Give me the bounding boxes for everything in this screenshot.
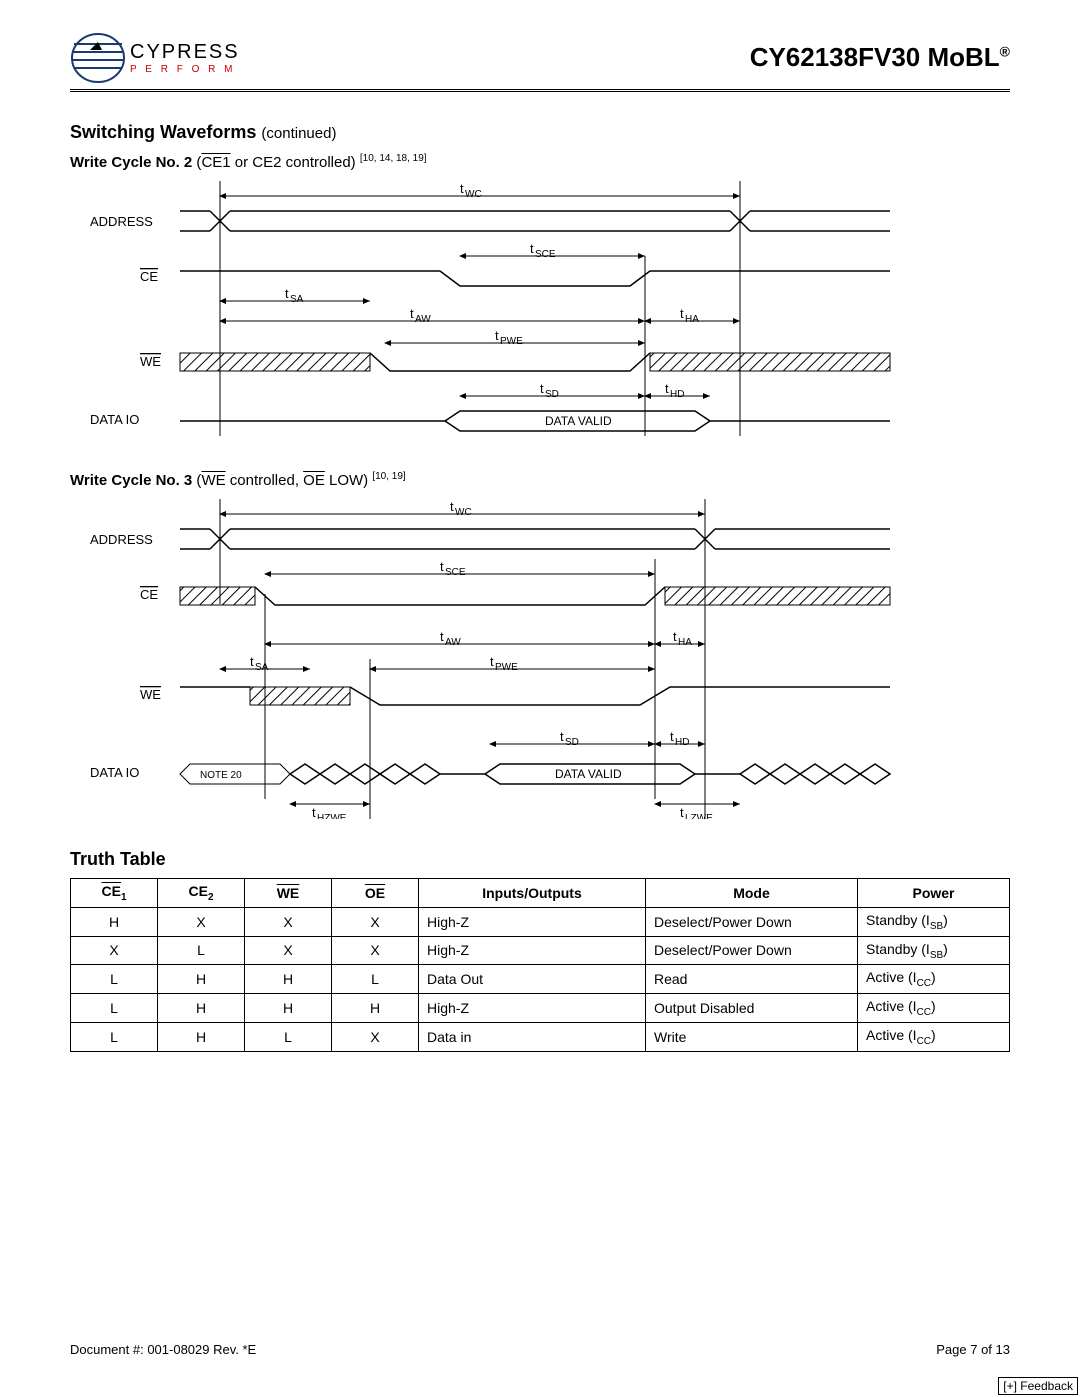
svg-text:SD: SD [565, 737, 579, 748]
note20-label: NOTE 20 [200, 770, 242, 781]
part-number: CY62138FV30 MoBL® [750, 42, 1010, 73]
svg-text:t: t [312, 805, 316, 819]
svg-text:t: t [560, 729, 564, 744]
section-title: Switching Waveforms (continued) [70, 122, 1010, 143]
dataio-label: DATA IO [90, 412, 139, 427]
svg-text:t: t [670, 729, 674, 744]
ce-label-2: CE [140, 587, 158, 602]
ce-label: CE [140, 269, 158, 284]
svg-text:HA: HA [678, 637, 692, 648]
svg-text:PWE: PWE [500, 336, 523, 347]
svg-text:SCE: SCE [535, 249, 556, 260]
cypress-globe-icon [70, 30, 130, 85]
table-row: LHHHHigh-ZOutput DisabledActive (ICC) [71, 994, 1010, 1023]
tsce-label: t [530, 241, 534, 256]
tsa-label: t [285, 286, 289, 301]
table-row: XLXXHigh-ZDeselect/Power DownStandby (IS… [71, 936, 1010, 965]
svg-text:SCE: SCE [445, 567, 466, 578]
svg-text:t: t [680, 805, 684, 819]
thd-label: t [665, 381, 669, 396]
svg-text:AW: AW [415, 314, 431, 325]
tpwe-label: t [495, 328, 499, 343]
svg-text:t: t [440, 559, 444, 574]
svg-text:SA: SA [290, 294, 304, 305]
svg-text:WC: WC [455, 507, 472, 518]
write-cycle-2-diagram: tWC ADDRESS tSCE CE tSA tAW [90, 181, 1010, 441]
svg-text:HD: HD [675, 737, 689, 748]
table-row: LHLXData inWriteActive (ICC) [71, 1022, 1010, 1051]
data-valid-label: DATA VALID [545, 414, 612, 428]
svg-text:HA: HA [685, 314, 699, 325]
address-label: ADDRESS [90, 214, 153, 229]
svg-text:HZWE: HZWE [317, 813, 347, 819]
svg-text:SA: SA [255, 662, 269, 673]
write-cycle-2-title: Write Cycle No. 2 (CE1 or CE2 controlled… [70, 153, 1010, 171]
svg-text:AW: AW [445, 637, 461, 648]
svg-text:t: t [450, 499, 454, 514]
cypress-logo: CYPRESS P E R F O R M [70, 30, 240, 85]
page-number: Page 7 of 13 [936, 1342, 1010, 1357]
svg-text:t: t [250, 654, 254, 669]
page-header: CYPRESS P E R F O R M CY62138FV30 MoBL® [70, 30, 1010, 92]
table-row: LHHLData OutReadActive (ICC) [71, 965, 1010, 994]
feedback-button[interactable]: [+] Feedback [998, 1377, 1078, 1395]
document-number: Document #: 001-08029 Rev. *E [70, 1342, 256, 1357]
taw-label: t [410, 306, 414, 321]
truth-table: CE1 CE2 WE OE Inputs/Outputs Mode Power … [70, 878, 1010, 1052]
address-label-2: ADDRESS [90, 532, 153, 547]
data-valid-label-2: DATA VALID [555, 767, 622, 781]
page-footer: Document #: 001-08029 Rev. *E Page 7 of … [70, 1342, 1010, 1357]
twc-label: t [460, 181, 464, 196]
brand-text: CYPRESS [130, 41, 240, 63]
table-row: HXXXHigh-ZDeselect/Power DownStandby (IS… [71, 907, 1010, 936]
dataio-label-2: DATA IO [90, 765, 139, 780]
brand-tagline: P E R F O R M [130, 64, 240, 75]
we-label-2: WE [140, 687, 161, 702]
write-cycle-3-diagram: tWC ADDRESS tSCE CE tAW [90, 499, 1010, 819]
write-cycle-3-title: Write Cycle No. 3 (WE controlled, OE LOW… [70, 471, 1010, 489]
truth-table-title: Truth Table [70, 849, 1010, 870]
tsd-label: t [540, 381, 544, 396]
svg-text:WC: WC [465, 189, 482, 200]
we-label: WE [140, 354, 161, 369]
svg-text:t: t [490, 654, 494, 669]
svg-text:t: t [440, 629, 444, 644]
svg-text:t: t [673, 629, 677, 644]
svg-text:LZWE: LZWE [685, 813, 713, 819]
svg-text:HD: HD [670, 389, 684, 400]
tha-label: t [680, 306, 684, 321]
svg-text:PWE: PWE [495, 662, 518, 673]
svg-text:SD: SD [545, 389, 559, 400]
